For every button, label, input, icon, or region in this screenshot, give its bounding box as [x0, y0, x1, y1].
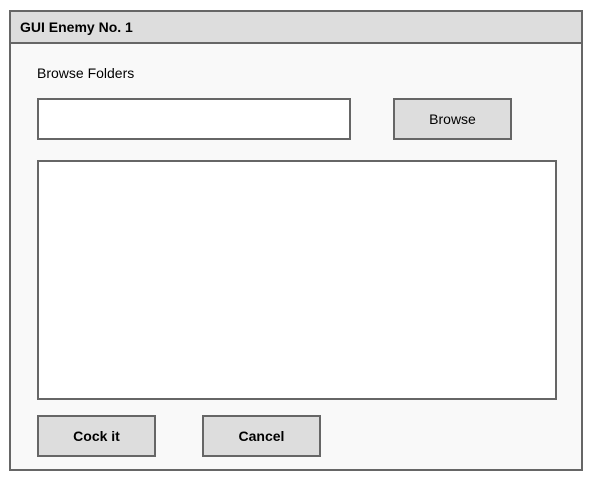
window-title: GUI Enemy No. 1 [20, 19, 133, 35]
cancel-button[interactable]: Cancel [202, 415, 321, 457]
dialog-window: GUI Enemy No. 1 Browse Folders Browse Co… [9, 10, 583, 471]
folder-list-area[interactable] [37, 160, 557, 400]
title-bar[interactable]: GUI Enemy No. 1 [11, 12, 581, 44]
browse-folders-label: Browse Folders [37, 65, 135, 81]
browse-button[interactable]: Browse [393, 98, 512, 140]
cock-it-button[interactable]: Cock it [37, 415, 156, 457]
folder-path-input[interactable] [37, 98, 351, 140]
